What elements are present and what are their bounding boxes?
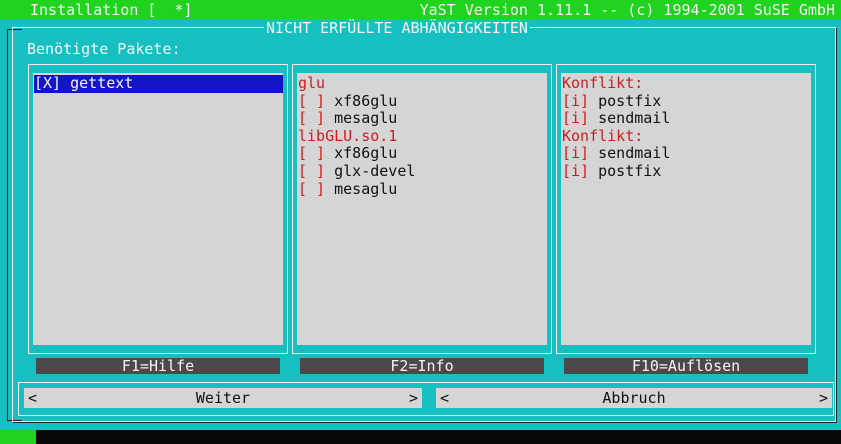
checkbox-marker: [ ] <box>298 161 326 180</box>
next-button[interactable]: < Weiter > <box>24 388 422 408</box>
package-name: xf86glu <box>325 144 398 163</box>
dependency-item[interactable]: [ ] xf86glu <box>297 145 547 163</box>
title-bar: Installation [ *] YaST Version 1.11.1 --… <box>0 0 841 20</box>
right-arrow-icon: > <box>818 389 828 407</box>
package-name: sendmail <box>589 144 671 163</box>
resolve-button[interactable]: F10=Auflösen <box>564 358 808 374</box>
group-heading: libGLU.so.1 <box>298 126 398 145</box>
checkbox-marker: [ ] <box>298 144 326 163</box>
conflict-item[interactable]: [i] sendmail <box>561 109 811 128</box>
status-indicator <box>0 430 36 444</box>
cancel-button-label: Abbruch <box>602 389 666 407</box>
info-button[interactable]: F2=Info <box>300 358 544 374</box>
required-packages-list[interactable]: [X] gettext <box>33 74 283 93</box>
version-info: YaST Version 1.11.1 -- (c) 1994-2001 SuS… <box>419 1 835 19</box>
conflict-item[interactable]: Konflikt: <box>561 126 811 146</box>
group-heading: Konflikt: <box>562 126 644 145</box>
package-item[interactable]: [X] gettext <box>33 74 283 93</box>
package-name: sendmail <box>589 109 671 128</box>
help-button[interactable]: F1=Hilfe <box>36 358 280 374</box>
required-packages-panel: [X] gettext <box>28 64 288 354</box>
package-item-label: [X] gettext <box>34 74 283 93</box>
conflict-item[interactable]: Konflikt: <box>561 74 811 93</box>
status-bar <box>0 430 841 444</box>
conflict-item[interactable]: [i] sendmail <box>561 145 811 163</box>
package-name: postfix <box>589 91 662 110</box>
checkbox-marker: [i] <box>562 144 590 163</box>
group-heading: glu <box>298 74 326 92</box>
dependencies-panel: glu[ ] xf86glu[ ] mesaglu libGLU.so.1[ ] … <box>292 64 552 354</box>
dependency-item[interactable]: libGLU.so.1 <box>297 126 547 146</box>
dependencies-list[interactable]: glu[ ] xf86glu[ ] mesaglu libGLU.so.1[ ] … <box>297 74 547 199</box>
next-button-label: Weiter <box>195 389 251 407</box>
conflict-item[interactable]: [i] postfix <box>561 91 811 111</box>
checkbox-marker: [i] <box>562 91 590 110</box>
cancel-button[interactable]: < Abbruch > <box>436 388 832 408</box>
package-name: glx-devel <box>325 161 416 180</box>
install-status: Installation [ *] <box>30 1 193 19</box>
group-heading: Konflikt: <box>562 74 644 92</box>
checkbox-marker: [ ] <box>298 109 326 128</box>
right-arrow-icon: > <box>408 389 418 407</box>
dependency-item[interactable]: glu <box>297 74 547 93</box>
checkbox-marker: [i] <box>562 109 590 128</box>
checkbox-marker: [i] <box>562 161 590 180</box>
required-packages-label: Benötigte Pakete: <box>27 40 181 58</box>
package-name: mesaglu <box>325 109 398 128</box>
package-name: postfix <box>589 161 662 180</box>
checkbox-marker: [ ] <box>298 179 326 198</box>
dialog-title: NICHT ERFÜLLTE ABHÄNGIGKEITEN <box>264 19 530 37</box>
dependency-item[interactable]: [ ] mesaglu <box>297 179 547 199</box>
package-name: mesaglu <box>325 179 398 198</box>
dependency-item[interactable]: [ ] mesaglu <box>297 109 547 128</box>
checkbox-marker: [ ] <box>298 91 326 110</box>
conflict-item[interactable]: [i] postfix <box>561 161 811 181</box>
conflicts-panel: Konflikt: [i] postfix [i] sendmail Konflikt… <box>556 64 816 354</box>
conflicts-list[interactable]: Konflikt: [i] postfix [i] sendmail Konflikt… <box>561 74 811 181</box>
dependency-item[interactable]: [ ] glx-devel <box>297 161 547 181</box>
dependency-item[interactable]: [ ] xf86glu <box>297 91 547 111</box>
package-name: xf86glu <box>325 91 398 110</box>
